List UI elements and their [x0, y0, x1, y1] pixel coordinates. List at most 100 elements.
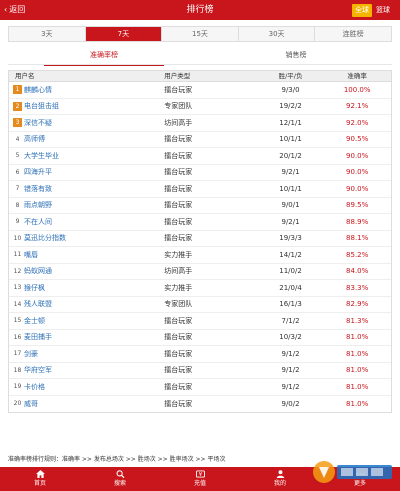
tab-accuracy-ranking[interactable]: 准确率榜 [8, 47, 200, 66]
table-row[interactable]: 2 电台狙击组 专家团队 19/2/2 92.1% [9, 99, 391, 115]
recharge-icon: ¥ [195, 470, 205, 478]
rank-badge: 15 [13, 317, 22, 325]
user-cell: 5 大学生毕业 [9, 151, 164, 161]
user-cell: 10 莫迅比分指数 [9, 233, 164, 243]
user-name-link[interactable]: 蚂蚁网通 [24, 266, 52, 276]
user-name-link[interactable]: 麒麟心情 [24, 85, 52, 95]
rank-badge: 4 [15, 135, 20, 143]
accuracy-rate: 83.3% [346, 283, 369, 292]
user-type: 擂台玩家 [164, 184, 193, 193]
user-name-link[interactable]: 威哥 [24, 399, 38, 409]
user-name-link[interactable]: 麦田捕手 [24, 332, 52, 342]
win-draw-loss: 19/3/3 [279, 234, 302, 243]
user-cell: 16 麦田捕手 [9, 332, 164, 342]
user-type: 坊间高手 [164, 267, 193, 276]
sport-toggle-button[interactable]: 篮球 [376, 4, 390, 17]
user-type: 擂台玩家 [164, 168, 193, 177]
user-name-link[interactable]: 雨点朝野 [24, 200, 52, 210]
user-cell: 11 嘴唇 [9, 250, 164, 260]
nav-recharge[interactable]: ¥ 充值 [160, 467, 240, 491]
header-type: 用户类型 [164, 72, 191, 80]
table-header: 用户名 用户类型 胜/平/负 准确率 [9, 71, 391, 82]
table-row[interactable]: 10 莫迅比分指数 擂台玩家 19/3/3 88.1% [9, 231, 391, 247]
table-row[interactable]: 4 高师傅 擂台玩家 10/1/1 90.5% [9, 132, 391, 148]
table-row[interactable]: 12 蚂蚁网通 坊间高手 11/0/2 84.0% [9, 264, 391, 280]
nav-search-label: 搜索 [113, 480, 126, 487]
table-row[interactable]: 5 大学生毕业 擂台玩家 20/1/2 90.0% [9, 148, 391, 165]
tab-30-days[interactable]: 30天 [238, 27, 316, 41]
rank-badge: 14 [13, 300, 22, 308]
user-cell: 17 剑豪 [9, 349, 164, 359]
nav-search[interactable]: 搜索 [80, 467, 160, 491]
accuracy-rate: 82.9% [346, 300, 369, 309]
user-type: 实力推手 [164, 250, 193, 259]
user-name-link[interactable]: 大学生毕业 [24, 151, 59, 161]
user-name-link[interactable]: 错落有致 [24, 184, 52, 194]
nav-home-label: 首页 [33, 480, 46, 487]
accuracy-rate: 88.1% [346, 234, 369, 243]
user-name-link[interactable]: 卡价格 [24, 382, 45, 392]
user-name-link[interactable]: 深信不疑 [24, 118, 52, 128]
table-row[interactable]: 15 金士顿 擂台玩家 7/1/2 81.3% [9, 313, 391, 330]
user-cell: 2 电台狙击组 [9, 101, 164, 111]
user-cell: 19 卡价格 [9, 382, 164, 392]
win-draw-loss: 12/1/1 [279, 118, 302, 127]
win-draw-loss: 9/1/2 [281, 349, 300, 358]
accuracy-rate: 81.0% [346, 399, 369, 408]
user-name-link[interactable]: 高师傅 [24, 134, 45, 144]
user-name-link[interactable]: 四海升平 [24, 167, 52, 177]
win-draw-loss: 9/0/1 [281, 201, 300, 210]
rank-badge: 1 [13, 85, 22, 95]
chevron-left-icon: ‹ [4, 5, 8, 14]
table-row[interactable]: 20 威哥 擂台玩家 9/0/2 81.0% [9, 396, 391, 413]
table-row[interactable]: 11 嘴唇 实力推手 14/1/2 85.2% [9, 247, 391, 264]
user-name-link[interactable]: 不在人间 [24, 217, 52, 227]
user-name-link[interactable]: 莫迅比分指数 [24, 233, 66, 243]
tab-3-days[interactable]: 3天 [9, 27, 86, 41]
table-row[interactable]: 6 四海升平 擂台玩家 9/2/1 90.0% [9, 165, 391, 181]
nav-mine[interactable]: 我的 [240, 467, 320, 491]
table-row[interactable]: 19 卡价格 擂台玩家 9/1/2 81.0% [9, 379, 391, 396]
table-row[interactable]: 3 深信不疑 坊间高手 12/1/1 92.0% [9, 115, 391, 132]
table-row[interactable]: 17 剑豪 擂台玩家 9/1/2 81.0% [9, 346, 391, 363]
nav-recharge-label: 充值 [193, 480, 206, 487]
accuracy-rate: 90.0% [346, 151, 369, 160]
nav-home[interactable]: 首页 [0, 467, 80, 491]
user-icon [276, 470, 284, 478]
table-row[interactable]: 8 雨点朝野 擂台玩家 9/0/1 89.5% [9, 198, 391, 214]
tab-accuracy-label: 准确率榜 [90, 51, 118, 59]
rank-badge: 2 [13, 101, 22, 111]
period-tabs: 3天 7天 15天 30天 连胜榜 [8, 26, 392, 42]
ball-toggle-button[interactable]: 全球 [352, 4, 372, 17]
win-draw-loss: 11/0/2 [279, 267, 302, 276]
table-row[interactable]: 16 麦田捕手 擂台玩家 10/3/2 81.0% [9, 330, 391, 346]
user-name-link[interactable]: 嘴唇 [24, 250, 38, 260]
table-row[interactable]: 18 华府空军 擂台玩家 9/1/2 81.0% [9, 363, 391, 379]
win-draw-loss: 20/1/2 [279, 151, 302, 160]
table-row[interactable]: 7 错落有致 擂台玩家 10/1/1 90.0% [9, 181, 391, 198]
table-row[interactable]: 9 不在人间 擂台玩家 9/2/1 88.9% [9, 214, 391, 231]
user-name-link[interactable]: 剑豪 [24, 349, 38, 359]
tab-sales-ranking[interactable]: 销售榜 [200, 47, 392, 65]
table-row[interactable]: 14 残人联盟 专家团队 16/1/3 82.9% [9, 297, 391, 313]
tab-7-days[interactable]: 7天 [85, 27, 163, 41]
user-name-link[interactable]: 电台狙击组 [24, 101, 59, 111]
tab-15-days[interactable]: 15天 [162, 27, 239, 41]
back-button[interactable]: ‹ 返回 [4, 4, 25, 16]
rank-badge: 6 [15, 168, 20, 176]
user-cell: 9 不在人间 [9, 217, 164, 227]
user-name-link[interactable]: 华府空军 [24, 365, 52, 375]
rank-badge: 8 [15, 201, 20, 209]
tab-win-streak[interactable]: 连胜榜 [315, 27, 391, 41]
user-name-link[interactable]: 猴仔枫 [24, 283, 45, 293]
header-rate: 准确率 [347, 72, 367, 80]
user-name-link[interactable]: 残人联盟 [24, 299, 52, 309]
user-name-link[interactable]: 金士顿 [24, 316, 45, 326]
win-draw-loss: 9/1/2 [281, 382, 300, 391]
watermark-logo [313, 461, 392, 483]
user-cell: 1 麒麟心情 [9, 85, 164, 95]
table-row[interactable]: 13 猴仔枫 实力推手 21/0/4 83.3% [9, 280, 391, 297]
ranking-subtabs: 准确率榜 销售榜 [8, 47, 392, 66]
table-row[interactable]: 1 麒麟心情 擂台玩家 9/3/0 100.0% [9, 82, 391, 99]
user-cell: 18 华府空军 [9, 365, 164, 375]
